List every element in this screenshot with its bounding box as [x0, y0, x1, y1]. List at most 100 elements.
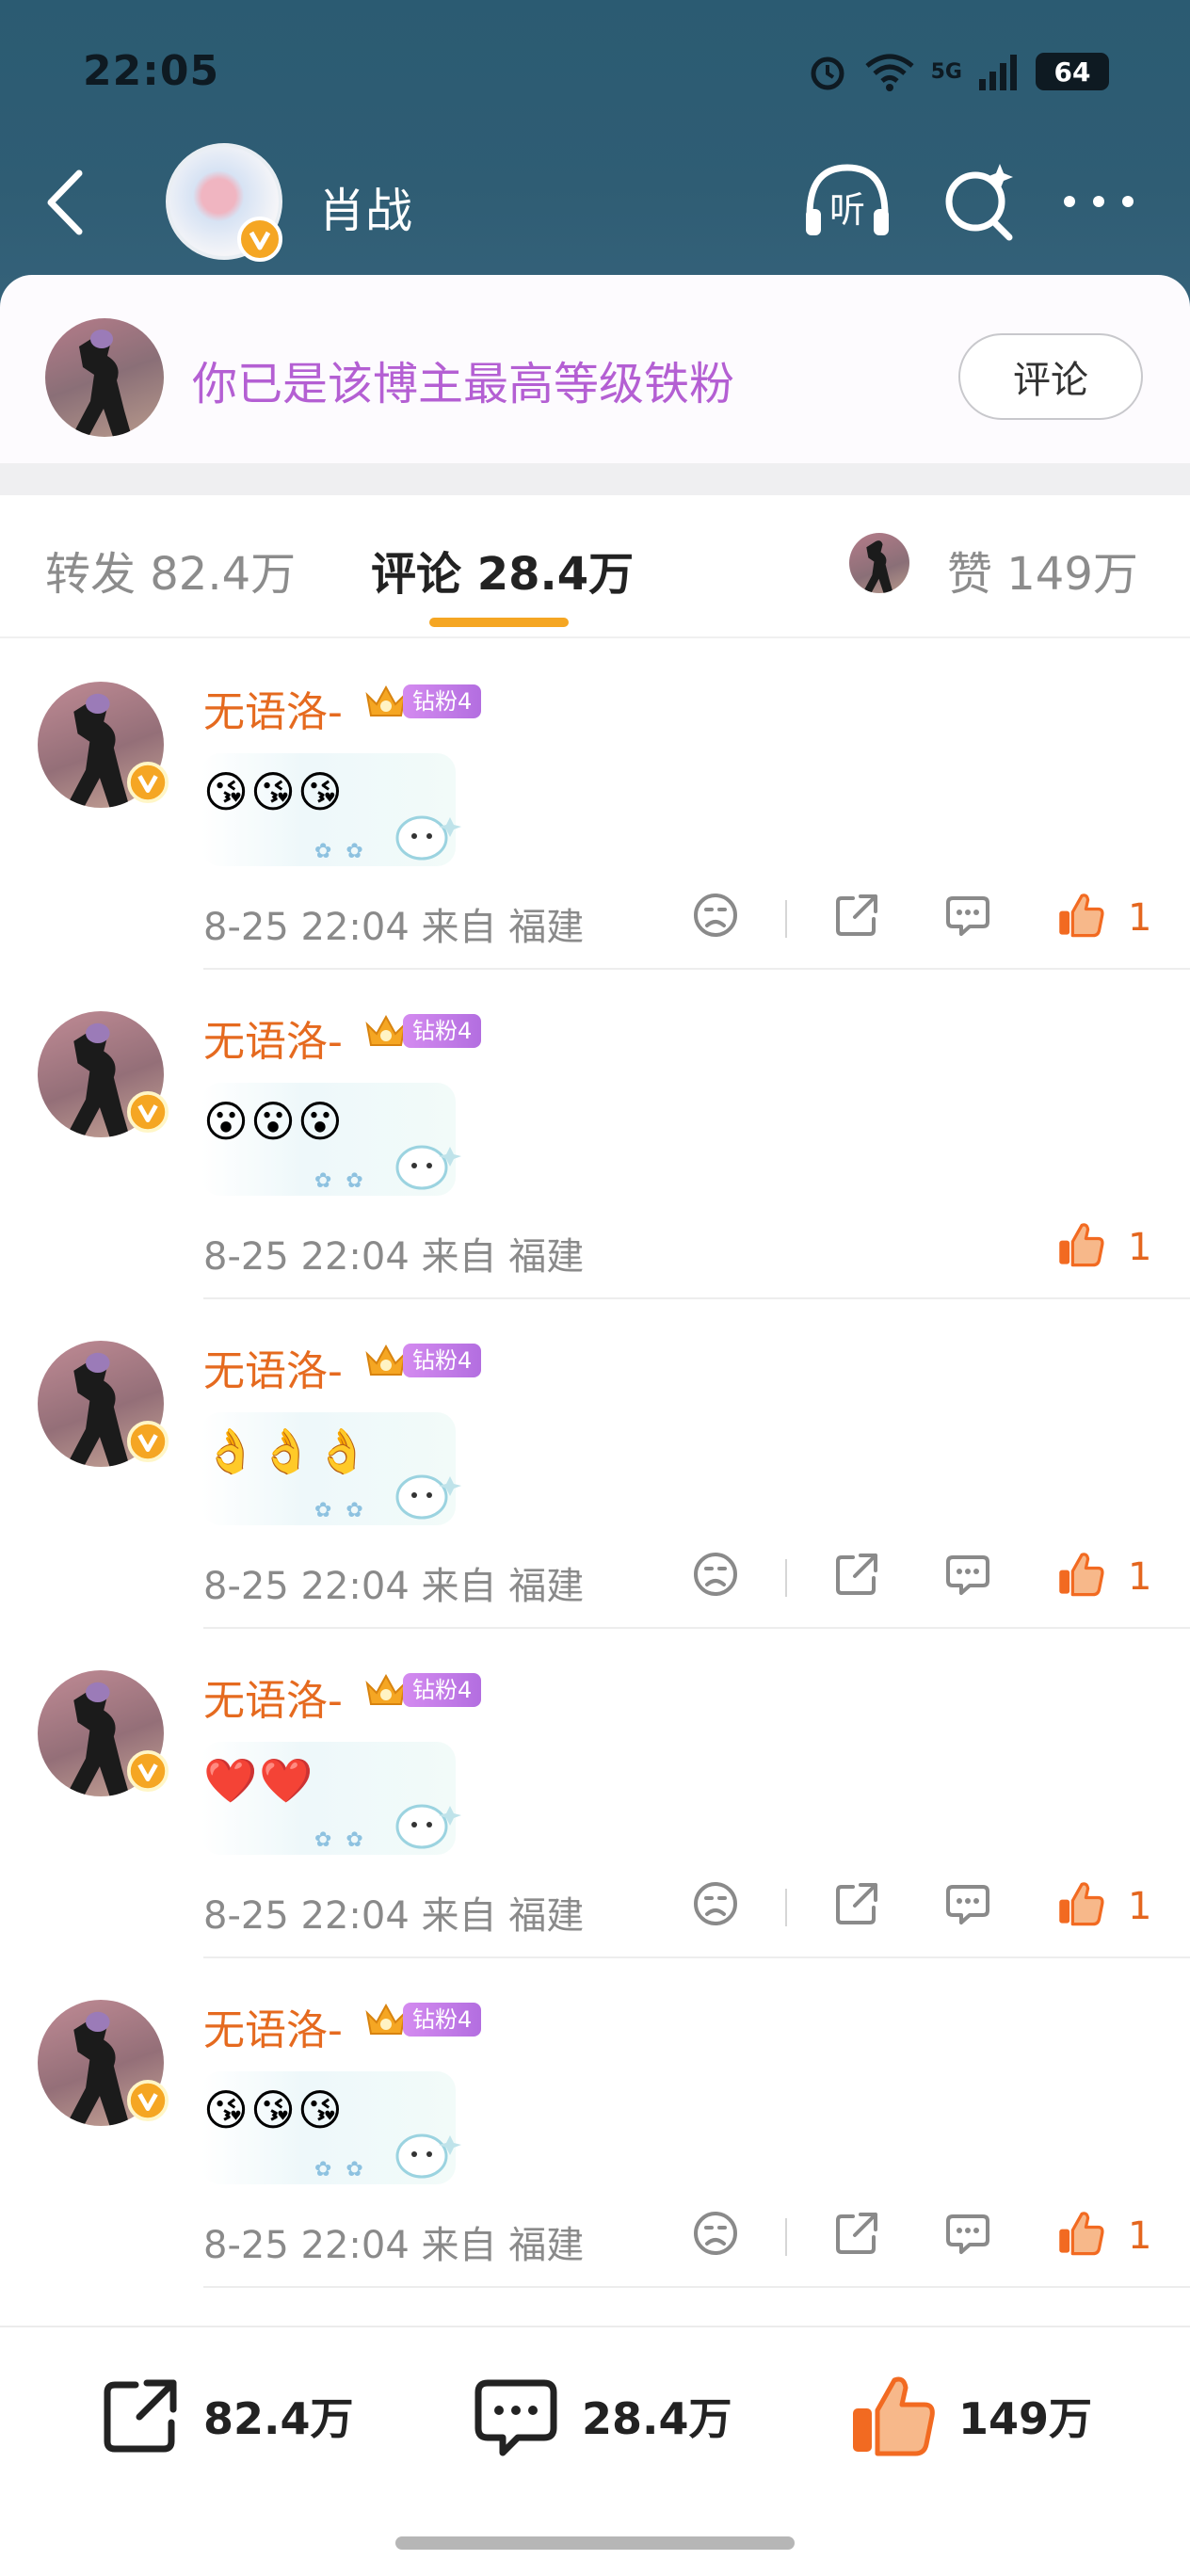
- fan-badge: 钻粉4: [363, 682, 482, 721]
- action-divider: [785, 1559, 787, 1597]
- cute-sticker-icon: [395, 815, 461, 861]
- reply-bubble-icon[interactable]: [943, 1550, 992, 1599]
- commenter-name[interactable]: 无语洛-: [203, 1666, 343, 1727]
- like-thumb-icon[interactable]: [1056, 1879, 1105, 1928]
- signal-icon: [979, 55, 1017, 90]
- headphones-icon: 听: [806, 164, 889, 235]
- reply-bubble-icon[interactable]: [943, 891, 992, 940]
- status-time: 22:05: [83, 47, 220, 95]
- cute-sticker-icon: [395, 1474, 461, 1520]
- network-type: 5G: [930, 59, 962, 84]
- home-indicator: [395, 2536, 795, 2550]
- comment-like-count: 1: [1128, 896, 1152, 940]
- comment-meta: 8-25 22:04 来自 福建: [203, 906, 585, 949]
- comment-meta: 8-25 22:04 来自 福建: [203, 1565, 585, 1608]
- commenter-avatar[interactable]: [38, 1670, 169, 1796]
- verified-badge-icon: [126, 761, 169, 804]
- action-divider: [785, 1889, 787, 1926]
- dislike-face-icon[interactable]: [691, 891, 740, 940]
- dislike-face-icon[interactable]: [691, 1550, 740, 1599]
- comment-count: 28.4万: [582, 2393, 732, 2444]
- share-icon[interactable]: [832, 2209, 881, 2258]
- repost-button[interactable]: 82.4万: [98, 2369, 354, 2463]
- section-separator: [0, 463, 1190, 495]
- like-button[interactable]: 149万: [847, 2369, 1092, 2463]
- fan-level-message: 你已是该博主最高等级铁粉: [192, 358, 735, 411]
- fan-level-banner: 你已是该博主最高等级铁粉 评论: [0, 275, 1190, 463]
- battery-indicator: 64: [1036, 53, 1109, 90]
- bottom-action-bar: 82.4万 28.4万 149万: [0, 2326, 1190, 2576]
- fan-badge-label: 钻粉4: [403, 2003, 482, 2037]
- back-arrow-icon[interactable]: [38, 160, 90, 245]
- comment-divider: [203, 2286, 1190, 2288]
- comment-like-count: 1: [1128, 1555, 1152, 1599]
- commenter-name[interactable]: 无语洛-: [203, 1007, 343, 1068]
- commenter-avatar[interactable]: [38, 2000, 169, 2126]
- comment-meta: 8-25 22:04 来自 福建: [203, 1894, 585, 1938]
- crown-icon: [365, 1344, 407, 1376]
- interaction-tabs: 转发 82.4万 评论 28.4万 赞 149万: [0, 495, 1190, 638]
- active-tab-indicator: [429, 618, 569, 627]
- more-options-icon[interactable]: [1058, 183, 1139, 220]
- cute-sticker-icon: [395, 1145, 461, 1190]
- comment-item: 无语洛- 钻粉4 ✿ ✿ 😘😘😘 8-25 22:04 来自 福建 1: [0, 1958, 1190, 2288]
- fan-badge: 钻粉4: [363, 1670, 482, 1710]
- comment-button[interactable]: 28.4万: [471, 2369, 732, 2463]
- comment-actions: 1: [691, 1542, 1162, 1608]
- share-icon[interactable]: [832, 1879, 881, 1928]
- comment-content: 😘😘😘: [203, 766, 345, 817]
- crown-icon: [365, 684, 407, 716]
- author-avatar[interactable]: [166, 143, 282, 262]
- search-icon[interactable]: [940, 158, 1019, 243]
- like-thumb-icon[interactable]: [1056, 1220, 1105, 1269]
- like-thumb-icon[interactable]: [1056, 891, 1105, 940]
- action-divider: [785, 900, 787, 938]
- share-icon[interactable]: [832, 891, 881, 940]
- listen-button[interactable]: 听: [800, 158, 894, 243]
- comment-actions: 1: [691, 1213, 1162, 1279]
- fan-badge-label: 钻粉4: [403, 1673, 482, 1707]
- avatar-figure-icon: [72, 330, 132, 437]
- tab-like[interactable]: 赞 149万: [947, 537, 1138, 603]
- top-header: 22:05 5G 64 肖战 听: [0, 0, 1190, 311]
- commenter-name[interactable]: 无语洛-: [203, 1337, 343, 1397]
- tab-comment[interactable]: 评论 28.4万: [371, 537, 634, 603]
- like-user-avatar: [849, 533, 909, 593]
- comment-item: 无语洛- 钻粉4 ✿ ✿ 👌👌👌 8-25 22:04 来自 福建 1: [0, 1299, 1190, 1629]
- crown-icon: [365, 1673, 407, 1705]
- fan-badge-label: 钻粉4: [403, 684, 482, 718]
- decoration-glyphs: ✿ ✿: [314, 1828, 367, 1852]
- share-icon[interactable]: [832, 1550, 881, 1599]
- comment-content: 😮😮😮: [203, 1096, 345, 1147]
- wifi-icon: [865, 54, 914, 91]
- reply-bubble-icon[interactable]: [943, 2209, 992, 2258]
- listen-label: 听: [829, 189, 865, 231]
- like-thumb-icon[interactable]: [1056, 1550, 1105, 1599]
- dislike-face-icon[interactable]: [691, 1879, 740, 1928]
- commenter-avatar[interactable]: [38, 1011, 169, 1137]
- comment-content: ❤️❤️: [203, 1755, 315, 1806]
- verified-badge-icon: [126, 1420, 169, 1463]
- tab-repost[interactable]: 转发 82.4万: [45, 537, 296, 603]
- verified-badge-icon: [126, 1749, 169, 1793]
- commenter-name[interactable]: 无语洛-: [203, 678, 343, 738]
- decoration-glyphs: ✿ ✿: [314, 1169, 367, 1193]
- comment-actions: 1: [691, 1872, 1162, 1938]
- like-count: 149万: [958, 2393, 1093, 2444]
- cute-sticker-icon: [395, 1804, 461, 1849]
- decoration-glyphs: ✿ ✿: [314, 840, 367, 863]
- banner-comment-button[interactable]: 评论: [958, 333, 1143, 420]
- dislike-face-icon[interactable]: [691, 2209, 740, 2258]
- reply-bubble-icon[interactable]: [943, 1879, 992, 1928]
- user-avatar: [45, 318, 164, 437]
- comment-content: 👌👌👌: [203, 1425, 371, 1476]
- commenter-name[interactable]: 无语洛-: [203, 1996, 343, 2056]
- commenter-avatar[interactable]: [38, 682, 169, 808]
- crown-icon: [365, 2003, 407, 2035]
- comment-actions: 1: [691, 2201, 1162, 2267]
- post-detail-page: 22:05 5G 64 肖战 听 你已是该博主最高等级铁粉 评论 转发 82.4…: [0, 0, 1190, 2576]
- commenter-avatar[interactable]: [38, 1341, 169, 1467]
- like-thumb-icon[interactable]: [1056, 2209, 1105, 2258]
- comment-content: 😘😘😘: [203, 2085, 345, 2135]
- author-name[interactable]: 肖战: [318, 173, 412, 241]
